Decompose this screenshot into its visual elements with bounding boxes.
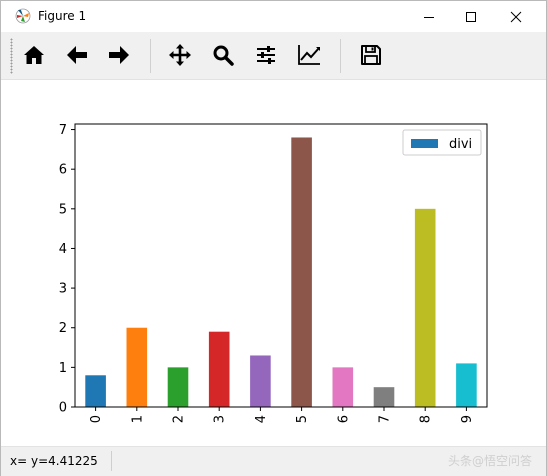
navigation-toolbar — [1, 32, 546, 80]
y-tick-label: 3 — [59, 282, 67, 297]
x-tick-label: 5 — [295, 415, 310, 423]
move-icon — [169, 44, 191, 66]
legend-label: divi — [449, 137, 472, 152]
magnifier-icon — [213, 45, 234, 66]
edit-axis-button[interactable] — [292, 38, 326, 72]
y-tick-label: 7 — [59, 123, 67, 138]
bar-3 — [208, 331, 230, 407]
close-icon — [510, 11, 522, 22]
x-tick-label: 8 — [419, 415, 434, 423]
subplots-button[interactable] — [249, 38, 283, 72]
x-tick-label: 3 — [213, 415, 228, 423]
figure-canvas[interactable]: 0 1 2 3 4 5 6 7 0 1 2 3 4 5 6 7 8 9 divi — [1, 80, 546, 446]
minimize-button[interactable] — [406, 1, 452, 32]
pan-button[interactable] — [163, 38, 197, 72]
y-tick-label: 1 — [59, 361, 67, 376]
legend: divi — [402, 129, 482, 156]
x-tick-label: 2 — [172, 415, 187, 423]
forward-button[interactable] — [102, 38, 136, 72]
watermark-text: 头条@悟空问答 — [448, 454, 533, 468]
bar-7 — [373, 387, 395, 407]
line-chart-icon — [298, 45, 320, 65]
x-tick-label: 0 — [89, 415, 104, 423]
maximize-button[interactable] — [448, 1, 494, 32]
arrow-right-icon — [109, 46, 129, 64]
toolbar-separator — [340, 39, 341, 73]
x-tick-label: 9 — [460, 415, 475, 423]
bar-5 — [291, 137, 312, 407]
y-tick-label: 4 — [59, 242, 67, 257]
home-icon — [24, 46, 44, 64]
bar-chart: 0 1 2 3 4 5 6 7 0 1 2 3 4 5 6 7 8 9 divi — [59, 123, 488, 423]
maximize-icon — [466, 11, 476, 22]
matplotlib-logo-icon — [15, 8, 31, 24]
bar-2 — [167, 367, 189, 407]
x-tick-label: 4 — [254, 415, 269, 423]
bar-9 — [456, 363, 477, 407]
y-tick-label: 6 — [59, 163, 67, 178]
bar-0 — [85, 375, 106, 407]
bar-4 — [250, 355, 271, 407]
toolbar-grip[interactable] — [10, 38, 13, 74]
sliders-icon — [257, 46, 275, 64]
arrow-left-icon — [67, 46, 87, 64]
window-title: Figure 1 — [38, 9, 87, 23]
zoom-button[interactable] — [206, 38, 240, 72]
y-tick-label: 5 — [59, 202, 67, 217]
coordinate-readout: x= y=4.41225 — [10, 454, 98, 468]
save-button[interactable] — [354, 38, 388, 72]
home-button[interactable] — [17, 38, 51, 72]
bar-8 — [414, 208, 436, 407]
status-separator — [111, 451, 112, 471]
title-bar[interactable]: Figure 1 — [1, 1, 546, 32]
y-tick-label: 2 — [59, 321, 67, 336]
y-tick-label: 0 — [59, 401, 67, 416]
figure-window: Figure 1 0 1 2 3 4 5 6 7 0 1 2 3 4 5 6 7… — [0, 0, 547, 476]
minimize-icon — [424, 16, 434, 18]
back-button[interactable] — [60, 38, 94, 72]
close-button[interactable] — [493, 1, 539, 32]
legend-swatch — [411, 139, 438, 148]
x-tick-label: 1 — [130, 415, 145, 423]
toolbar-separator — [150, 39, 151, 73]
x-tick-label: 6 — [336, 415, 351, 423]
bar-6 — [332, 367, 354, 407]
x-tick-label: 7 — [378, 415, 393, 423]
bar-1 — [126, 327, 148, 407]
status-bar: x= y=4.41225 头条@悟空问答 — [1, 446, 546, 476]
floppy-disk-icon — [361, 45, 381, 65]
